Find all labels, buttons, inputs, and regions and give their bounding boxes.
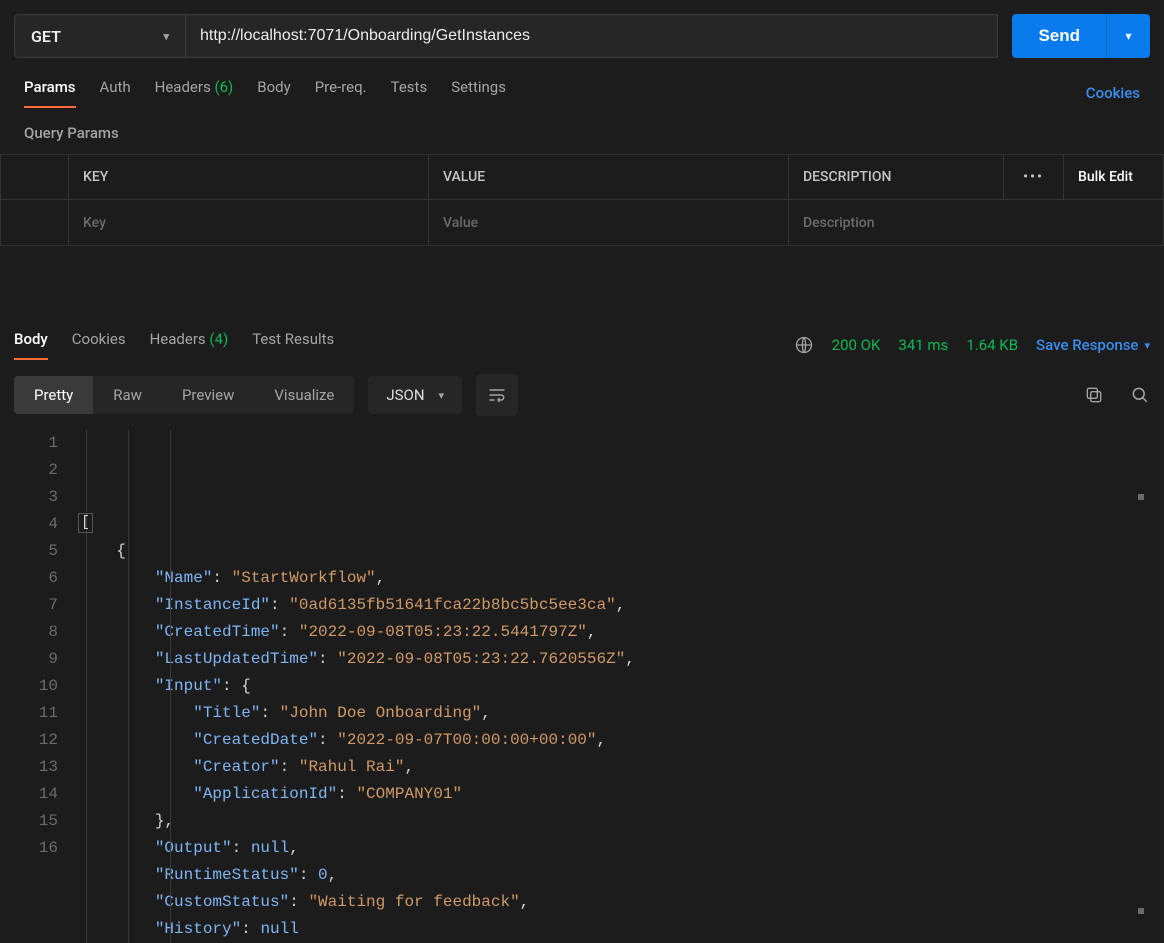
line-numbers-gutter: 12345678910111213141516 [14,430,78,943]
response-tab-cookies[interactable]: Cookies [72,330,126,360]
cookies-link[interactable]: Cookies [1086,84,1140,102]
view-visualize[interactable]: Visualize [254,376,354,414]
params-options-button[interactable]: ••• [1004,155,1064,200]
response-size: 1.64 KB [966,336,1018,354]
tab-headers[interactable]: Headers (6) [155,78,234,108]
tab-auth[interactable]: Auth [100,78,131,108]
headers-count-badge: (6) [214,78,233,96]
query-params-table: KEY VALUE DESCRIPTION ••• Bulk Edit Key … [0,154,1164,246]
params-description-header: DESCRIPTION [789,155,1004,200]
row-check-cell[interactable] [1,200,69,246]
value-input-cell[interactable]: Value [429,200,789,246]
tab-prereq[interactable]: Pre-req. [315,78,367,108]
wrap-lines-button[interactable] [476,374,518,416]
params-value-header: VALUE [429,155,789,200]
status-code: 200 OK [832,336,881,354]
http-method-label: GET [31,27,61,46]
copy-button[interactable] [1084,385,1104,405]
send-button[interactable]: Send [1012,14,1106,58]
response-tab-headers[interactable]: Headers (4) [150,330,229,360]
chevron-down-icon: ▾ [163,30,169,43]
search-button[interactable] [1130,385,1150,405]
http-method-select[interactable]: GET ▾ [14,14,186,58]
scroll-marker [1138,908,1144,914]
params-check-header [1,155,69,200]
view-pretty[interactable]: Pretty [14,376,93,414]
params-key-header: KEY [69,155,429,200]
query-params-heading: Query Params [0,108,1164,154]
view-preview[interactable]: Preview [162,376,254,414]
response-time: 341 ms [898,336,948,354]
response-body-viewer[interactable]: 12345678910111213141516 [ { "Name": "Sta… [0,416,1164,943]
tab-params[interactable]: Params [24,78,76,108]
response-tab-body[interactable]: Body [14,330,48,360]
wrap-icon [487,385,507,405]
body-format-select[interactable]: JSON ▾ [368,376,462,414]
chevron-down-icon: ▾ [1125,29,1131,43]
save-response-button[interactable]: Save Response ▾ [1036,336,1150,354]
chevron-down-icon: ▾ [1144,339,1150,352]
save-response-label: Save Response [1036,336,1138,354]
copy-icon [1084,385,1104,405]
tab-settings[interactable]: Settings [451,78,506,108]
url-input[interactable] [186,14,998,58]
more-icon: ••• [1023,169,1044,185]
send-options-button[interactable]: ▾ [1106,14,1150,58]
key-input-cell[interactable]: Key [69,200,429,246]
response-tab-headers-label: Headers [150,330,206,348]
minimap-scrollbar[interactable] [1132,490,1150,926]
table-row[interactable]: Key Value Description [1,200,1164,246]
tab-body[interactable]: Body [257,78,290,108]
tab-tests[interactable]: Tests [391,78,428,108]
code-content: [ { "Name": "StartWorkflow", "InstanceId… [78,430,1150,943]
body-view-switcher: Pretty Raw Preview Visualize [14,376,354,414]
scroll-marker [1138,494,1144,500]
tab-headers-label: Headers [155,78,211,96]
chevron-down-icon: ▾ [439,389,445,402]
description-input-cell[interactable]: Description [789,200,1164,246]
globe-icon[interactable] [794,335,814,355]
search-icon [1130,385,1150,405]
body-format-label: JSON [386,386,424,404]
bulk-edit-button[interactable]: Bulk Edit [1064,155,1164,200]
view-raw[interactable]: Raw [93,376,162,414]
response-tab-test-results[interactable]: Test Results [252,330,334,360]
response-headers-count-badge: (4) [209,330,228,348]
